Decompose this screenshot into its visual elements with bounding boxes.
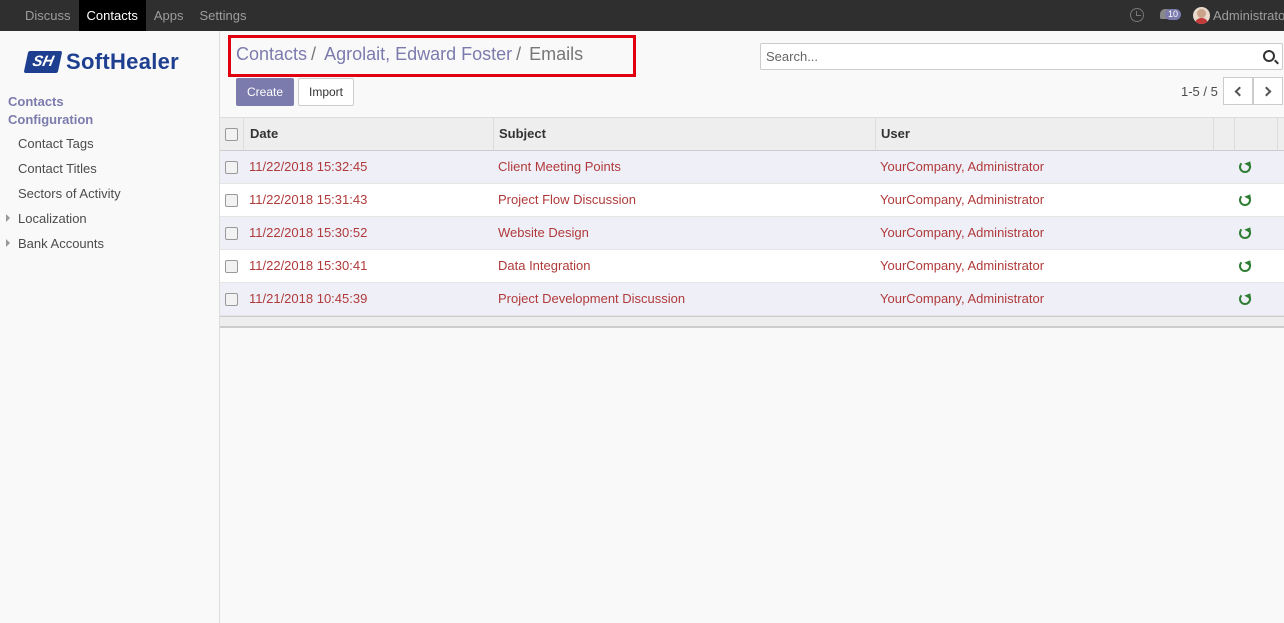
softhealer-logo: SH SoftHealer (23, 49, 180, 75)
column-header-user[interactable]: User (881, 118, 910, 150)
column-header-date[interactable]: Date (250, 118, 278, 150)
column-divider (1213, 118, 1214, 150)
refresh-icon[interactable] (1239, 293, 1251, 305)
chevron-left-icon (1234, 86, 1245, 97)
sidebar: SH SoftHealer Contacts Configuration Con… (0, 31, 220, 623)
row-subject: Project Flow Discussion (498, 192, 636, 207)
top-navbar: Discuss Contacts Apps Settings 10 Admini… (0, 0, 1284, 31)
search-box[interactable] (760, 43, 1283, 70)
pager-next-button[interactable] (1253, 77, 1283, 105)
refresh-icon[interactable] (1239, 194, 1251, 206)
column-divider (243, 118, 244, 150)
sidebar-item-localization[interactable]: Localization (18, 211, 87, 226)
row-subject: Data Integration (498, 258, 591, 273)
caret-right-icon (6, 214, 10, 222)
caret-right-icon (6, 239, 10, 247)
table-row[interactable]: 11/22/2018 15:30:41 Data Integration You… (220, 250, 1284, 283)
row-subject: Project Development Discussion (498, 291, 686, 306)
row-date: 11/21/2018 10:45:39 (249, 291, 368, 306)
row-checkbox[interactable] (225, 227, 238, 240)
row-date: 11/22/2018 15:30:52 (249, 225, 368, 240)
table-row[interactable]: 11/22/2018 15:31:43 Project Flow Discuss… (220, 184, 1284, 217)
import-button[interactable]: Import (298, 78, 354, 106)
row-checkbox[interactable] (225, 260, 238, 273)
sidebar-item-contact-tags[interactable]: Contact Tags (18, 136, 94, 151)
message-count-badge: 10 (1165, 9, 1182, 20)
logo-wordmark: SoftHealer (66, 49, 180, 74)
column-divider (1277, 118, 1278, 150)
sidebar-head-configuration[interactable]: Configuration (8, 112, 93, 127)
row-date: 11/22/2018 15:31:43 (249, 192, 368, 207)
select-all-checkbox[interactable] (225, 128, 238, 141)
menu-contacts[interactable]: Contacts (78, 0, 146, 31)
search-input[interactable] (761, 44, 1241, 69)
sidebar-head-contacts[interactable]: Contacts (8, 94, 64, 109)
row-date: 11/22/2018 15:32:45 (249, 159, 368, 174)
column-divider (493, 118, 494, 150)
search-icon[interactable] (1263, 50, 1275, 62)
column-divider (875, 118, 876, 150)
row-user: YourCompany, Administrator (880, 159, 1045, 174)
table-row[interactable]: 11/22/2018 15:30:52 Website Design YourC… (220, 217, 1284, 250)
create-button[interactable]: Create (236, 78, 294, 106)
row-checkbox[interactable] (225, 194, 238, 207)
user-avatar[interactable] (1193, 7, 1210, 24)
row-checkbox[interactable] (225, 293, 238, 306)
row-subject: Client Meeting Points (498, 159, 621, 174)
table-header: Date Subject User (220, 117, 1284, 151)
table-footer (220, 316, 1284, 328)
highlight-box (228, 35, 636, 77)
sidebar-item-bank-accounts[interactable]: Bank Accounts (18, 236, 104, 251)
logo-mark: SH (23, 51, 63, 73)
row-user: YourCompany, Administrator (880, 225, 1045, 240)
table-row[interactable]: 11/22/2018 15:32:45 Client Meeting Point… (220, 151, 1284, 184)
activity-clock-icon[interactable] (1130, 8, 1144, 22)
refresh-icon[interactable] (1239, 227, 1251, 239)
row-subject: Website Design (498, 225, 589, 240)
emails-list: Date Subject User 11/22/2018 15:32:45 Cl… (220, 117, 1284, 328)
column-divider (1234, 118, 1235, 150)
row-checkbox[interactable] (225, 161, 238, 174)
row-user: YourCompany, Administrator (880, 258, 1045, 273)
row-user: YourCompany, Administrator (880, 192, 1045, 207)
menu-settings[interactable]: Settings (191, 0, 254, 31)
refresh-icon[interactable] (1239, 161, 1251, 173)
chevron-right-icon (1261, 86, 1272, 97)
pager-previous-button[interactable] (1223, 77, 1253, 105)
sidebar-item-sectors[interactable]: Sectors of Activity (18, 186, 121, 201)
row-date: 11/22/2018 15:30:41 (249, 258, 368, 273)
sidebar-item-contact-titles[interactable]: Contact Titles (18, 161, 97, 176)
refresh-icon[interactable] (1239, 260, 1251, 272)
main-menu: Discuss Contacts Apps Settings (17, 0, 254, 31)
row-user: YourCompany, Administrator (880, 291, 1045, 306)
table-row[interactable]: 11/21/2018 10:45:39 Project Development … (220, 283, 1284, 316)
menu-discuss[interactable]: Discuss (17, 0, 79, 31)
pager-value[interactable]: 1-5 / 5 (1181, 84, 1218, 99)
column-header-subject[interactable]: Subject (499, 118, 546, 150)
user-menu[interactable]: Administrator (1213, 0, 1284, 31)
menu-apps[interactable]: Apps (146, 0, 192, 31)
